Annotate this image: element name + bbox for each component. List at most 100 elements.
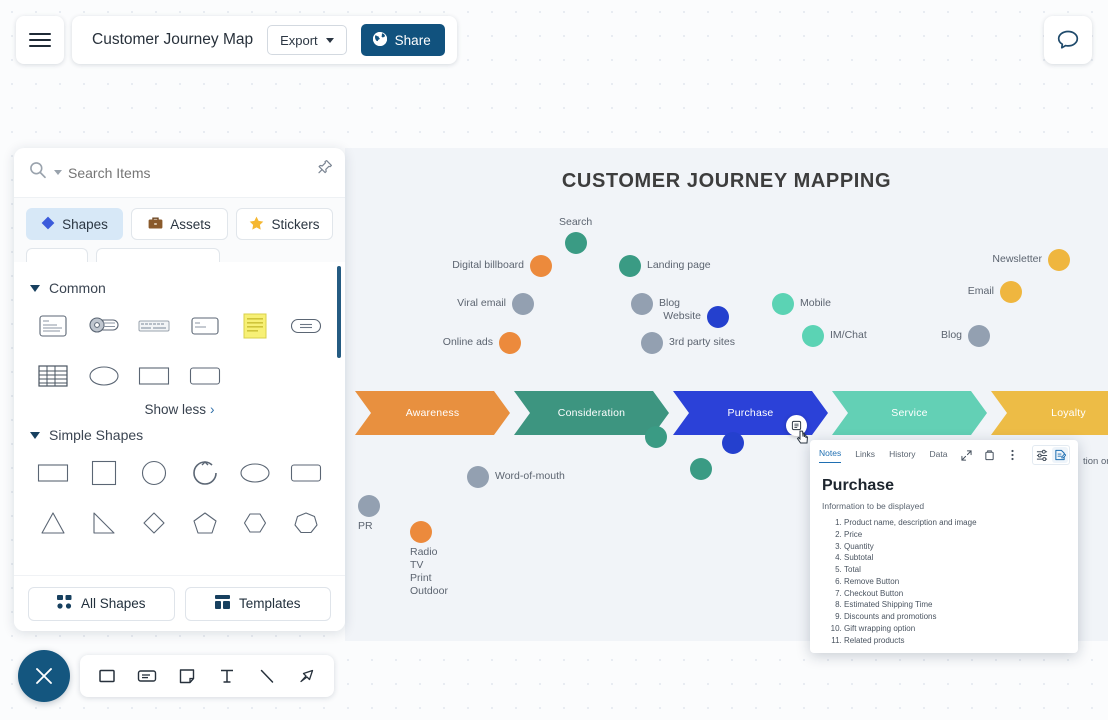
templates-button[interactable]: Templates <box>184 586 331 621</box>
journey-node[interactable]: Word-of-mouth <box>467 466 565 488</box>
notes-tab-links[interactable]: Links <box>855 449 875 463</box>
pentagon-shape[interactable] <box>180 503 231 543</box>
small-card-shape[interactable] <box>180 306 231 346</box>
arc-shape[interactable] <box>180 453 231 493</box>
section-header-simple-shapes[interactable]: Simple Shapes <box>14 419 345 449</box>
node-label: Email <box>967 285 994 298</box>
comment-bubble-icon[interactable] <box>1044 16 1092 64</box>
heptagon-shape[interactable] <box>281 503 332 543</box>
key-shape[interactable] <box>79 306 130 346</box>
close-x-icon[interactable] <box>18 650 70 702</box>
rectangle-shape[interactable] <box>28 453 79 493</box>
section-header-common[interactable]: Common <box>14 272 345 302</box>
sticky-note-tool[interactable] <box>170 659 204 693</box>
journey-node[interactable]: Newsletter <box>928 249 1070 271</box>
circle-shape[interactable] <box>129 453 180 493</box>
node-dot[interactable] <box>772 293 794 315</box>
share-button[interactable]: Share <box>360 24 445 56</box>
journey-node[interactable]: Landing page <box>619 255 711 277</box>
node-dot[interactable] <box>968 325 990 347</box>
journey-node[interactable] <box>690 458 712 480</box>
settings-sliders-icon[interactable] <box>1034 447 1050 463</box>
ellipse-shape[interactable] <box>230 453 281 493</box>
pen-tool[interactable] <box>290 659 324 693</box>
node-dot[interactable] <box>530 255 552 277</box>
journey-node[interactable]: Search <box>559 216 592 255</box>
node-dot[interactable] <box>707 306 729 328</box>
panel-tab-assets[interactable]: Assets <box>131 208 228 240</box>
hexagon-shape[interactable] <box>230 503 281 543</box>
share-label: Share <box>394 32 431 48</box>
diamond-shape[interactable] <box>129 503 180 543</box>
panel-tab-stickers[interactable]: Stickers <box>236 208 333 240</box>
journey-node[interactable]: Radio TV Print Outdoor <box>410 521 448 599</box>
node-dot[interactable] <box>564 232 587 255</box>
square-shape[interactable] <box>79 453 130 493</box>
journey-node[interactable]: PR <box>358 495 380 533</box>
node-dot[interactable] <box>358 495 380 517</box>
text-tool[interactable] <box>210 659 244 693</box>
edit-document-icon[interactable] <box>1052 447 1068 463</box>
table-shape[interactable] <box>28 356 79 396</box>
stage-awareness[interactable]: Awareness <box>355 391 510 435</box>
pin-icon[interactable] <box>317 159 333 180</box>
notes-popup[interactable]: Notes Links History Data Purchase Inform… <box>810 440 1078 653</box>
export-button[interactable]: Export <box>267 25 347 55</box>
panel-tab-shapes[interactable]: Shapes <box>26 208 123 240</box>
show-less-label: Show less <box>144 402 207 417</box>
rounded-rect-shape[interactable] <box>281 453 332 493</box>
node-dot[interactable] <box>722 432 744 454</box>
journey-node[interactable]: 3rd party sites <box>641 332 735 354</box>
search-filter-chevron-icon[interactable] <box>54 170 62 175</box>
notes-tab-notes[interactable]: Notes <box>819 448 842 463</box>
more-vertical-icon[interactable] <box>1004 447 1020 463</box>
node-dot[interactable] <box>690 458 712 480</box>
journey-node[interactable]: Email <box>880 281 1022 303</box>
panel-body[interactable]: Common Show less › Simple Shapes <box>14 262 345 626</box>
card-tool[interactable] <box>130 659 164 693</box>
triangle-shape[interactable] <box>28 503 79 543</box>
node-dot[interactable] <box>467 466 489 488</box>
right-triangle-shape[interactable] <box>79 503 130 543</box>
node-dot[interactable] <box>802 325 824 347</box>
rectangle-tool[interactable] <box>90 659 124 693</box>
node-dot[interactable] <box>1000 281 1022 303</box>
duplicate-icon[interactable] <box>981 447 997 463</box>
rounded-label-shape[interactable] <box>281 306 332 346</box>
all-shapes-button[interactable]: All Shapes <box>28 586 175 621</box>
journey-node[interactable]: Digital billboard <box>410 255 552 277</box>
rectangle-shape[interactable] <box>129 356 180 396</box>
journey-node[interactable]: Viral email <box>392 293 534 315</box>
keyboard-shape[interactable] <box>129 306 180 346</box>
search-icon[interactable] <box>28 160 48 185</box>
journey-node[interactable]: Mobile <box>772 293 831 315</box>
node-dot[interactable] <box>499 332 521 354</box>
notes-tab-history[interactable]: History <box>889 449 915 463</box>
node-dot[interactable] <box>512 293 534 315</box>
shapes-panel[interactable]: Shapes Assets Stickers Common Show less› Sim… <box>14 148 345 631</box>
node-dot[interactable] <box>641 332 663 354</box>
journey-node[interactable]: Blog <box>848 325 990 347</box>
journey-node[interactable] <box>645 426 667 448</box>
ellipse-shape[interactable] <box>79 356 130 396</box>
line-tool[interactable] <box>250 659 284 693</box>
journey-node[interactable]: Website <box>587 306 729 328</box>
stage-service[interactable]: Service <box>832 391 987 435</box>
rounded-rect-shape[interactable] <box>180 356 231 396</box>
journey-node[interactable]: Online ads <box>379 332 521 354</box>
sticky-note-shape[interactable] <box>230 306 281 346</box>
panel-scrollbar[interactable] <box>337 266 341 358</box>
search-input[interactable] <box>68 164 331 181</box>
node-dot[interactable] <box>619 255 641 277</box>
notes-tab-data[interactable]: Data <box>930 449 948 463</box>
node-dot[interactable] <box>410 521 432 543</box>
node-dot[interactable] <box>1048 249 1070 271</box>
show-less-button[interactable]: Show less › <box>14 396 345 419</box>
expand-icon[interactable] <box>958 447 974 463</box>
page-title[interactable]: Customer Journey Map <box>92 31 253 49</box>
node-dot[interactable] <box>645 426 667 448</box>
hamburger-icon[interactable] <box>16 16 64 64</box>
card-shape[interactable] <box>28 306 79 346</box>
journey-node[interactable] <box>722 432 744 454</box>
stage-loyalty[interactable]: Loyalty <box>991 391 1108 435</box>
